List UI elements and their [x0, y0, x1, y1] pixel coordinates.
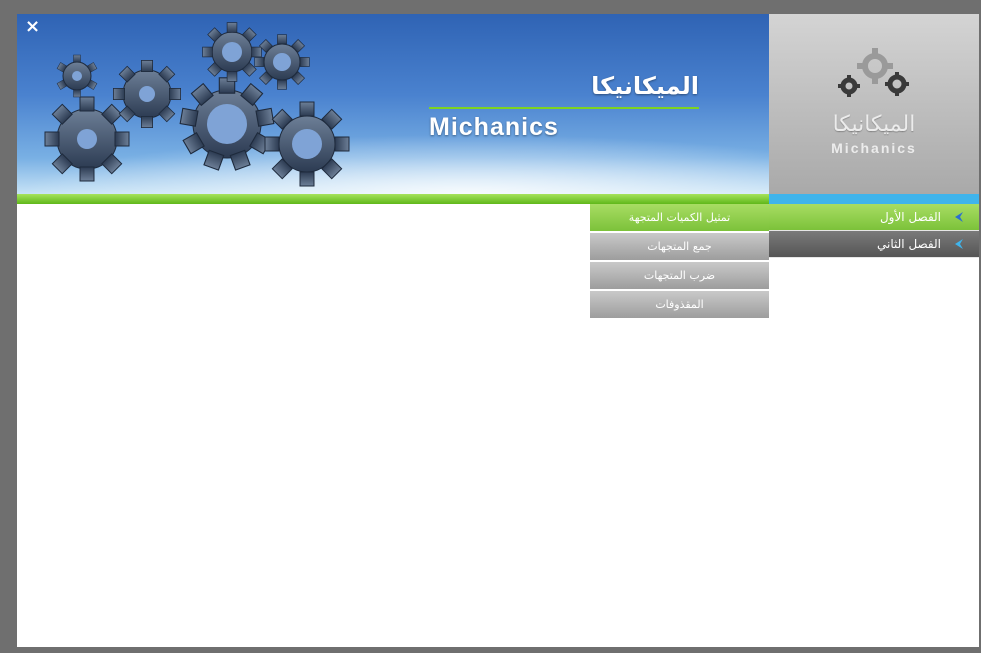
- submenu-item-vector-multiplication[interactable]: ضرب المتجهات: [590, 262, 769, 289]
- arrow-icon: [955, 212, 963, 222]
- logo-title-arabic: الميكانيكا: [832, 112, 916, 137]
- menu-item-label: الفصل الثاني: [877, 237, 941, 251]
- title-underline: [429, 107, 699, 109]
- menu-item-label: الفصل الأول: [879, 210, 941, 224]
- close-button[interactable]: ×: [25, 18, 40, 36]
- app-window: × الميكانيكا Michanics الميكانيكا Michan…: [17, 14, 979, 647]
- menu-item-chapter-2[interactable]: الفصل الثاني: [769, 231, 979, 258]
- submenu-item-projectiles[interactable]: المقذوفات: [590, 291, 769, 318]
- logo-panel: الميكانيكا Michanics: [769, 14, 979, 194]
- accent-bar-green: [17, 194, 769, 204]
- logo-title-english: Michanics: [831, 140, 917, 156]
- gears-icon: [44, 22, 350, 187]
- header-banner: × الميكانيكا Michanics: [17, 14, 769, 194]
- accent-bar-blue: [769, 194, 979, 204]
- menu-item-chapter-1[interactable]: الفصل الأول: [769, 204, 979, 231]
- lesson-submenu: تمثيل الكميات المتجهة جمع المتجهات ضرب ا…: [590, 204, 769, 320]
- banner-title-english: Michanics: [429, 113, 559, 141]
- submenu-item-vector-addition[interactable]: جمع المتجهات: [590, 233, 769, 260]
- submenu-item-vector-representation[interactable]: تمثيل الكميات المتجهة: [590, 204, 769, 231]
- banner-title-arabic: الميكانيكا: [591, 72, 699, 100]
- arrow-icon: [955, 239, 963, 249]
- chapter-menu: الفصل الأول الفصل الثاني: [769, 204, 979, 258]
- gears-icon: [838, 48, 909, 97]
